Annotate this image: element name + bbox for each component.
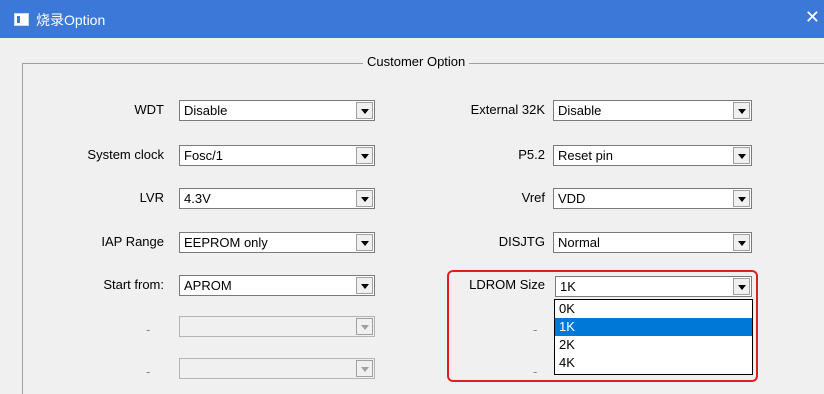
start-from-value: APROM <box>184 278 232 293</box>
p52-value: Reset pin <box>558 148 613 163</box>
empty-label: - <box>146 322 151 337</box>
vref-value: VDD <box>558 191 586 206</box>
vref-select[interactable]: VDD <box>553 188 752 209</box>
system-clock-value: Fosc/1 <box>184 148 224 163</box>
chevron-down-icon[interactable] <box>356 147 373 164</box>
external-32k-value: Disable <box>558 103 602 118</box>
iap-range-label: IAP Range <box>101 234 164 249</box>
iap-range-value: EEPROM only <box>184 235 268 250</box>
chevron-down-icon[interactable] <box>733 190 750 207</box>
external-32k-label: External 32K <box>470 102 545 117</box>
lvr-label: LVR <box>139 190 164 205</box>
chevron-down-icon[interactable] <box>356 190 373 207</box>
chevron-down-icon[interactable] <box>356 102 373 119</box>
disjtg-select[interactable]: Normal <box>553 232 752 253</box>
close-icon[interactable]: ✕ <box>805 8 820 26</box>
p52-label: P5.2 <box>518 147 545 162</box>
vref-label: Vref <box>521 190 545 205</box>
p52-select[interactable]: Reset pin <box>553 145 752 166</box>
wdt-label: WDT <box>134 102 164 117</box>
chevron-down-icon[interactable] <box>733 102 750 119</box>
title-bar: 烧录Option ✕ <box>0 0 824 38</box>
system-clock-select[interactable]: Fosc/1 <box>179 145 375 166</box>
chevron-down-icon <box>356 318 373 335</box>
lvr-value: 4.3V <box>184 191 211 206</box>
highlight-box <box>447 270 758 382</box>
lvr-select[interactable]: 4.3V <box>179 188 375 209</box>
app-icon <box>14 13 29 26</box>
chevron-down-icon[interactable] <box>733 147 750 164</box>
chevron-down-icon[interactable] <box>356 277 373 294</box>
window-title: 烧录Option <box>36 12 106 28</box>
chevron-down-icon <box>356 360 373 377</box>
iap-range-select[interactable]: EEPROM only <box>179 232 375 253</box>
wdt-value: Disable <box>184 103 228 118</box>
group-legend: Customer Option <box>363 54 470 69</box>
external-32k-select[interactable]: Disable <box>553 100 752 121</box>
disjtg-value: Normal <box>558 235 600 250</box>
disjtg-label: DISJTG <box>498 234 545 249</box>
chevron-down-icon[interactable] <box>733 234 750 251</box>
empty-label: - <box>146 364 151 379</box>
wdt-select[interactable]: Disable <box>179 100 375 121</box>
system-clock-label: System clock <box>87 147 164 162</box>
start-from-label: Start from: <box>103 277 164 292</box>
disabled-select <box>179 316 375 337</box>
disabled-select <box>179 358 375 379</box>
chevron-down-icon[interactable] <box>356 234 373 251</box>
start-from-select[interactable]: APROM <box>179 275 375 296</box>
